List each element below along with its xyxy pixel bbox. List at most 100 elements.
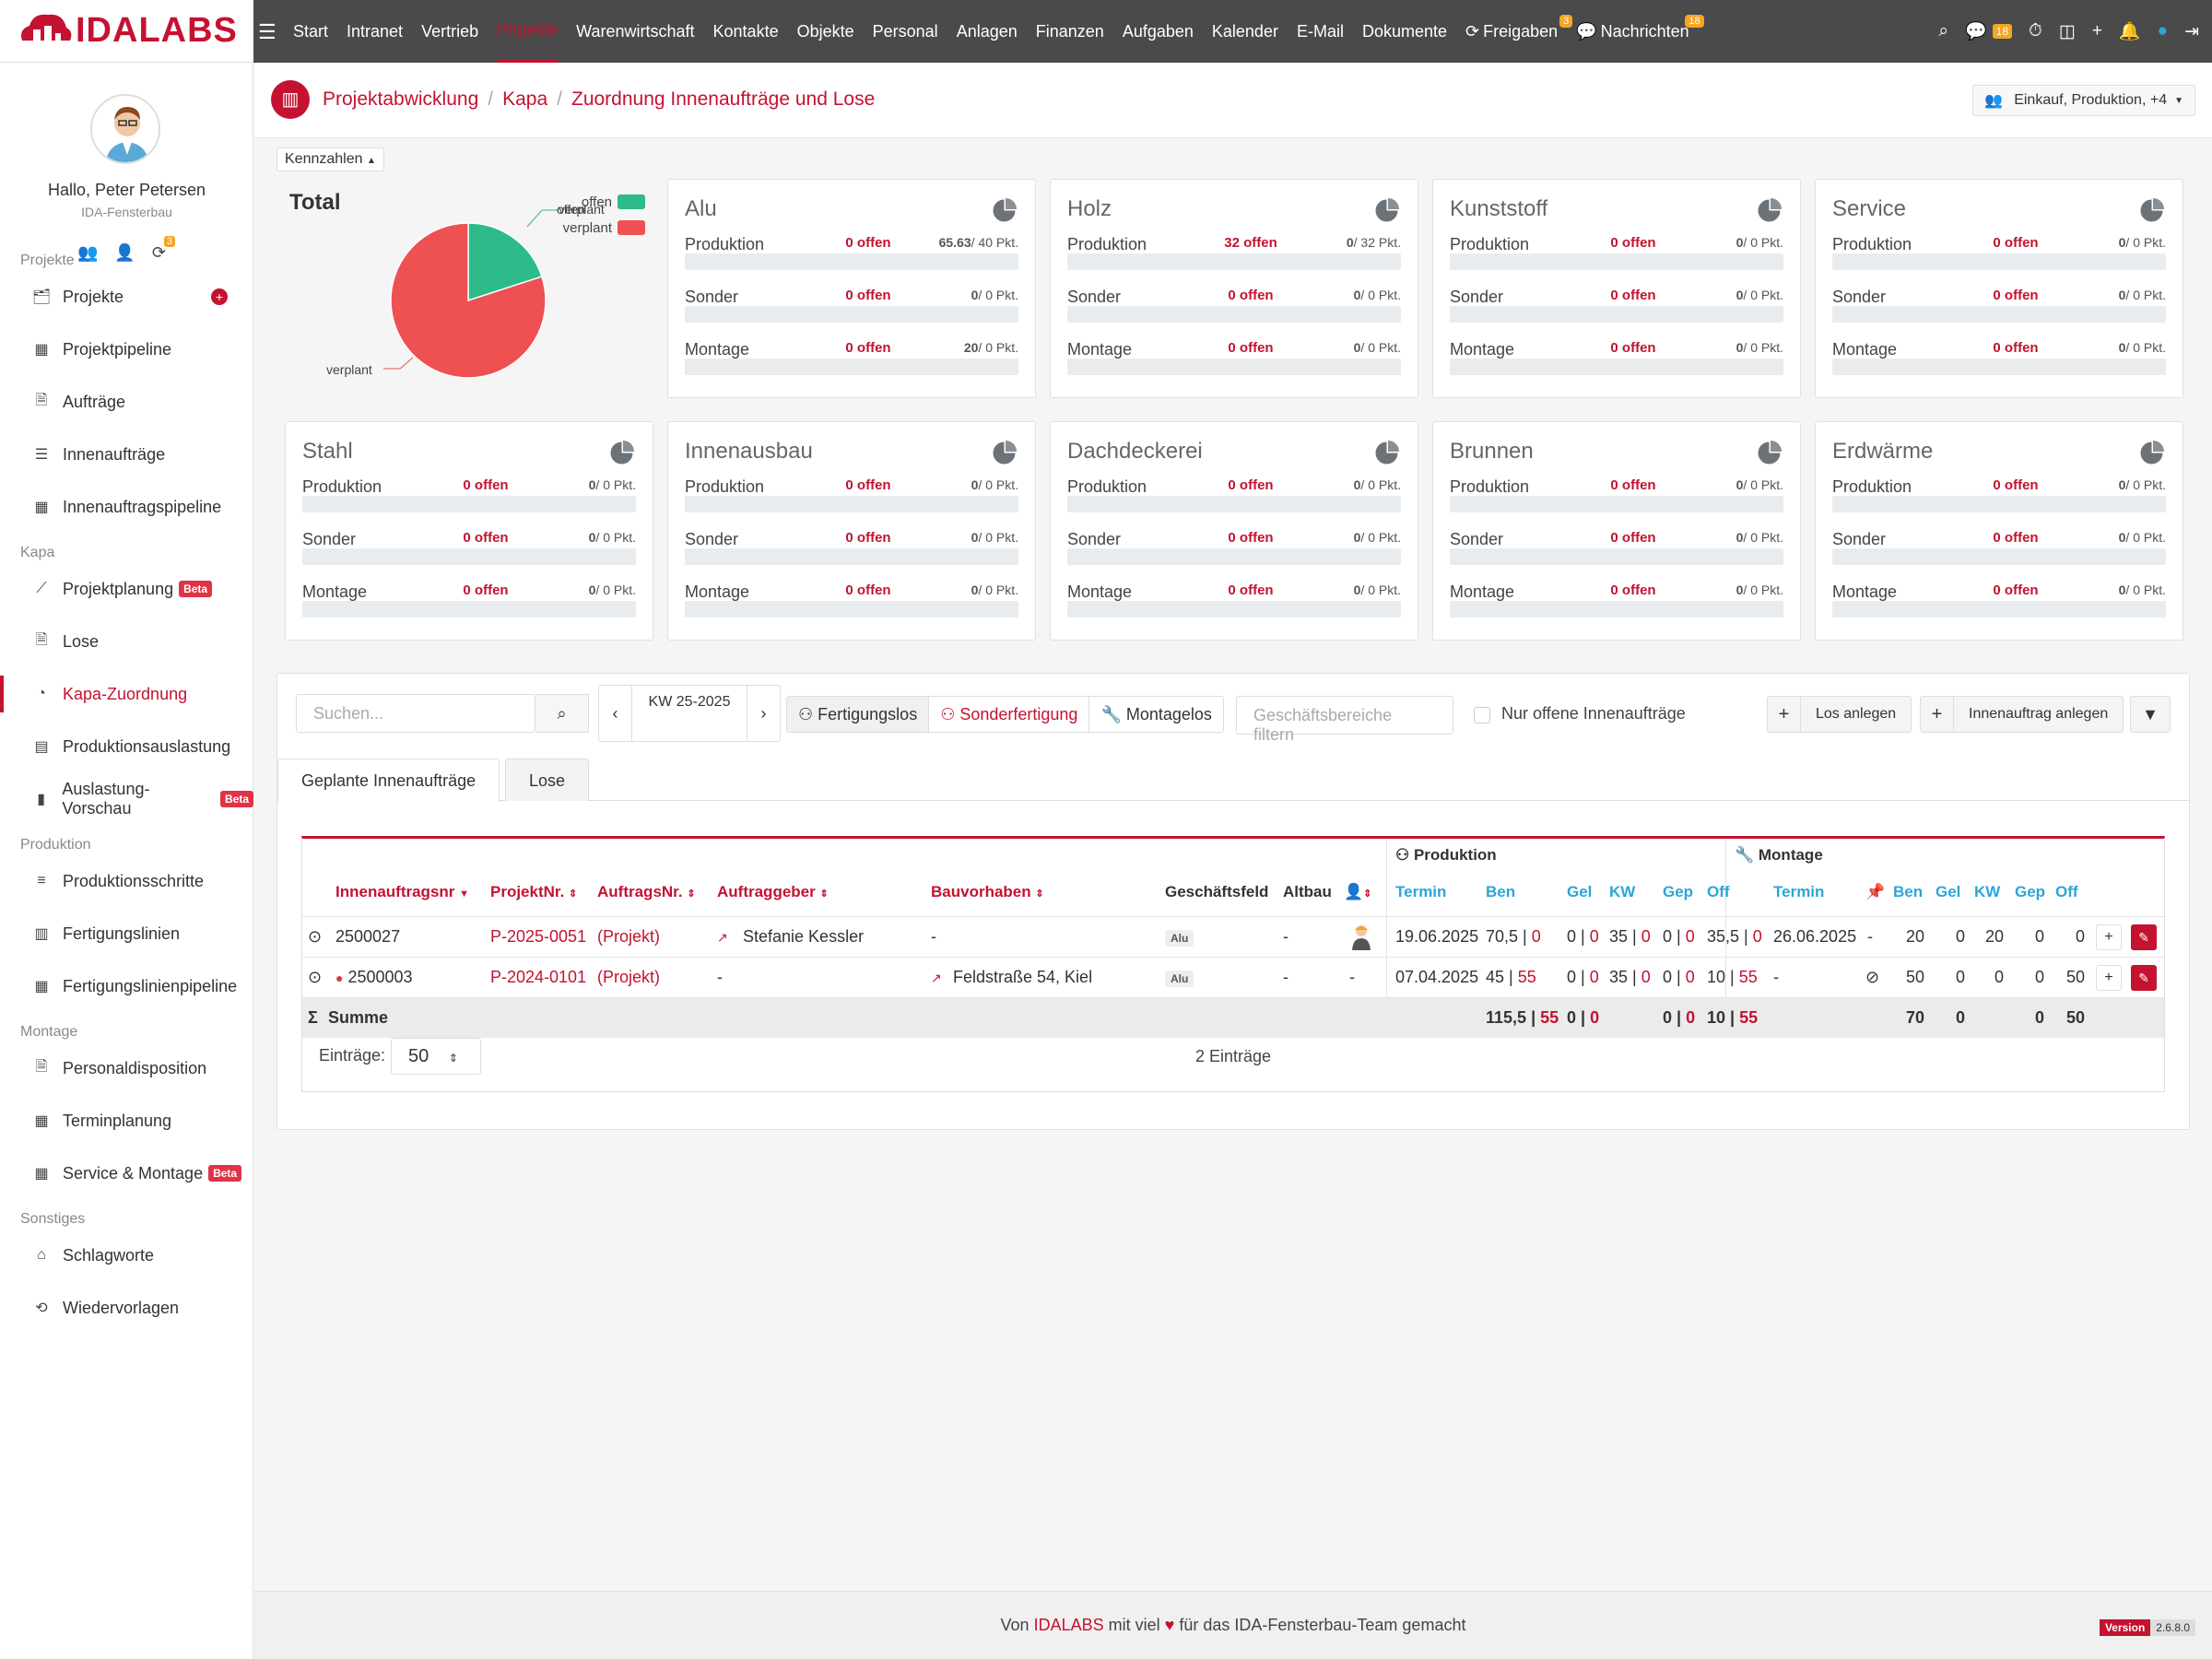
pie-chart-icon[interactable] bbox=[1375, 196, 1401, 222]
sidebar-item-projekte[interactable]: 🗂 Projekte + bbox=[0, 278, 253, 315]
sidebar-item-produktionsauslastung[interactable]: ▤ Produktionsauslastung bbox=[0, 728, 253, 765]
col-auftragsnr[interactable]: AuftragsNr. ⇕ bbox=[597, 883, 696, 901]
sidebar-item-kapa-zuordnung[interactable]: ◔ Kapa-Zuordnung bbox=[0, 676, 253, 712]
innenauftrag-anlegen-button[interactable]: + Innenauftrag anlegen bbox=[1920, 696, 2124, 733]
topnav-e-mail[interactable]: E-Mail bbox=[1297, 0, 1344, 63]
breadcrumb-item[interactable]: Projektabwicklung bbox=[323, 88, 478, 110]
sidebar-item-wiedervorlagen[interactable]: ⟲ Wiedervorlagen bbox=[0, 1289, 253, 1326]
montagelos-button[interactable]: 🔧 Montagelos bbox=[1089, 697, 1222, 732]
col-p-gel[interactable]: Gel bbox=[1567, 883, 1592, 901]
col-p-off[interactable]: Off bbox=[1707, 883, 1730, 901]
add-project-icon[interactable]: + bbox=[211, 288, 228, 305]
avatar[interactable] bbox=[90, 94, 160, 164]
col-m-gel[interactable]: Gel bbox=[1936, 883, 1960, 901]
col-projektnr[interactable]: ProjektNr. ⇕ bbox=[490, 883, 577, 901]
col-m-pin[interactable]: 📌 bbox=[1865, 883, 1885, 901]
table-row[interactable]: ⊙ ● 2500003 P-2024-0101 (Projekt) - ↗ Fe… bbox=[302, 957, 2164, 997]
col-m-off[interactable]: Off bbox=[2055, 883, 2078, 901]
expand-icon[interactable]: ⊙ bbox=[308, 968, 322, 987]
department-filter-dropdown[interactable]: 👥 Einkauf, Produktion, +4 ▼ bbox=[1972, 85, 2195, 116]
topnav-kalender[interactable]: Kalender bbox=[1212, 0, 1278, 63]
los-anlegen-button[interactable]: + Los anlegen bbox=[1767, 696, 1912, 733]
nur-offene-checkbox[interactable] bbox=[1474, 707, 1490, 724]
chat-icon[interactable]: 💬 bbox=[1965, 20, 1987, 42]
footer-brand-link[interactable]: IDALABS bbox=[1034, 1616, 1104, 1634]
sidebar-item-schlagworte[interactable]: ⌂ Schlagworte bbox=[0, 1237, 253, 1274]
topnav-anlagen[interactable]: Anlagen bbox=[957, 0, 1018, 63]
plus-icon[interactable]: + bbox=[2092, 21, 2102, 41]
pie-chart-icon[interactable] bbox=[1758, 196, 1783, 222]
external-link-icon[interactable]: ↗ bbox=[717, 930, 728, 946]
col-m-kw[interactable]: KW bbox=[1974, 883, 2000, 901]
sidebar-item-fertigungslinien[interactable]: ▥ Fertigungslinien bbox=[0, 915, 253, 952]
sidebar-item-service-montage[interactable]: ▦ Service & Montage Beta bbox=[0, 1155, 253, 1192]
topnav-personal[interactable]: Personal bbox=[873, 0, 938, 63]
col-p-gep[interactable]: Gep bbox=[1663, 883, 1693, 901]
search-icon[interactable]: ⌕ bbox=[1938, 21, 1948, 41]
row-add-button[interactable]: + bbox=[2096, 924, 2122, 950]
menu-toggle-icon[interactable]: ☰ bbox=[258, 20, 276, 44]
sidebar-item-terminplanung[interactable]: ▦ Terminplanung bbox=[0, 1102, 253, 1139]
cell-bauvorhaben[interactable]: Feldstraße 54, Kiel bbox=[953, 968, 1092, 987]
col-p-kw[interactable]: KW bbox=[1609, 883, 1635, 901]
next-week-button[interactable]: › bbox=[747, 686, 780, 741]
user-icon[interactable]: 👤 bbox=[114, 243, 135, 263]
cell-auftragsnr[interactable]: (Projekt) bbox=[597, 927, 660, 947]
tab-geplante-innenauftraege[interactable]: Geplante Innenaufträge bbox=[277, 759, 500, 802]
filter-button[interactable]: ▼ bbox=[2130, 696, 2171, 733]
topnav-start[interactable]: Start bbox=[293, 0, 328, 63]
col-altbau[interactable]: Altbau bbox=[1283, 883, 1332, 901]
logo[interactable]: IDALABS bbox=[0, 0, 253, 63]
kennzahlen-toggle[interactable]: Kennzahlen ▲ bbox=[276, 147, 384, 171]
breadcrumb-item[interactable]: Kapa bbox=[502, 88, 547, 110]
sidebar-item-innenauftragspipeline[interactable]: ▦ Innenauftragspipeline bbox=[0, 488, 253, 525]
row-add-button[interactable]: + bbox=[2096, 965, 2122, 991]
col-bauvorhaben[interactable]: Bauvorhaben ⇕ bbox=[931, 883, 1044, 901]
pie-chart-icon[interactable] bbox=[1375, 439, 1401, 465]
topnav-kontakte[interactable]: Kontakte bbox=[713, 0, 779, 63]
search-button[interactable]: ⌕ bbox=[535, 694, 589, 733]
col-person[interactable]: 👤⇕ bbox=[1344, 883, 1371, 901]
cell-projektnr[interactable]: P-2025-0051 bbox=[490, 927, 586, 947]
user-settings-icon[interactable]: 👥 bbox=[77, 243, 98, 263]
external-link-icon[interactable]: ↗ bbox=[931, 971, 942, 986]
edit-button[interactable]: ✎ bbox=[2131, 965, 2157, 991]
pie-chart-icon[interactable] bbox=[993, 439, 1018, 465]
col-m-gep[interactable]: Gep bbox=[2015, 883, 2045, 901]
topnav-finanzen[interactable]: Finanzen bbox=[1036, 0, 1104, 63]
sidebar-item-auftraege[interactable]: 🗎 Aufträge bbox=[0, 383, 253, 420]
sidebar-item-projektpipeline[interactable]: ▦ Projektpipeline bbox=[0, 331, 253, 368]
bell-icon[interactable]: 🔔 bbox=[2119, 20, 2141, 42]
pie-chart-icon[interactable] bbox=[610, 439, 636, 465]
pie-chart-icon[interactable] bbox=[2140, 196, 2166, 222]
search-input[interactable]: Suchen... bbox=[296, 694, 535, 733]
sidebar-item-lose[interactable]: 🗎 Lose bbox=[0, 623, 253, 660]
sidebar-item-personaldisposition[interactable]: 🗎 Personaldisposition bbox=[0, 1050, 253, 1087]
topnav-warenwirtschaft[interactable]: Warenwirtschaft bbox=[576, 0, 694, 63]
pie-chart-icon[interactable] bbox=[993, 196, 1018, 222]
sidebar-item-innenauftraege[interactable]: ☰ Innenaufträge bbox=[0, 436, 253, 473]
edit-button[interactable]: ✎ bbox=[2131, 924, 2157, 950]
col-geschaeftsfeld[interactable]: Geschäftsfeld bbox=[1165, 883, 1268, 901]
col-auftraggeber[interactable]: Auftraggeber ⇕ bbox=[717, 883, 829, 901]
prev-week-button[interactable]: ‹ bbox=[599, 686, 632, 741]
col-m-termin[interactable]: Termin bbox=[1773, 883, 1824, 901]
fertigungslos-button[interactable]: ⚇ Fertigungslos bbox=[787, 697, 930, 732]
cell-projektnr[interactable]: P-2024-0101 bbox=[490, 968, 586, 987]
topnav-nachrichten[interactable]: 💬 Nachrichten 18 bbox=[1576, 0, 1704, 63]
logout-icon[interactable]: ⇥ bbox=[2184, 21, 2199, 42]
cell-auftraggeber[interactable]: Stefanie Kessler bbox=[743, 927, 864, 947]
col-m-ben[interactable]: Ben bbox=[1893, 883, 1923, 901]
sonderfertigung-button[interactable]: ⚇ Sonderfertigung bbox=[929, 697, 1090, 732]
topnav-aufgaben[interactable]: Aufgaben bbox=[1123, 0, 1194, 63]
topnav-freigaben[interactable]: ⟳ Freigaben 3 bbox=[1465, 0, 1573, 63]
columns-icon[interactable]: ◫ bbox=[2059, 21, 2076, 42]
topnav-intranet[interactable]: Intranet bbox=[347, 0, 403, 63]
history-icon[interactable]: ⟳ 3 bbox=[152, 236, 175, 263]
sidebar-item-projektplanung[interactable]: ⟋ Projektplanung Beta bbox=[0, 571, 253, 607]
topnav-dokumente[interactable]: Dokumente bbox=[1362, 0, 1447, 63]
col-p-ben[interactable]: Ben bbox=[1486, 883, 1515, 901]
help-icon[interactable]: ● bbox=[2158, 21, 2168, 41]
sidebar-item-fertigungslinienpipeline[interactable]: ▦ Fertigungslinienpipeline bbox=[0, 968, 253, 1005]
topnav-projekte[interactable]: Projekte bbox=[497, 0, 559, 63]
